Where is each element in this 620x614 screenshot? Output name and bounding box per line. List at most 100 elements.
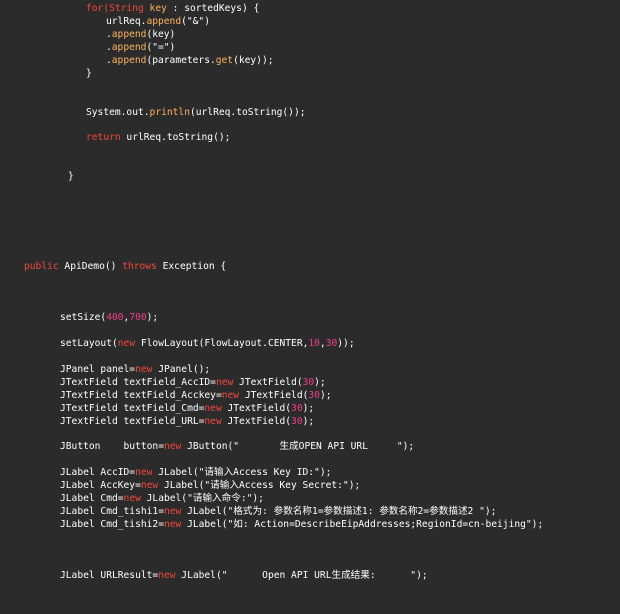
- code-token: JLabel("如: Action=DescribeEipAddresses;R…: [181, 519, 544, 530]
- code-token: );: [302, 416, 315, 427]
- code-token: new: [215, 377, 234, 388]
- code-line: .append(key): [106, 29, 175, 41]
- code-token: new: [204, 403, 222, 414]
- code-token: JLabel("请输入Access Key Secret:");: [158, 480, 361, 491]
- code-token: );: [302, 403, 315, 414]
- code-line: System.out.println(urlReq.toString());: [86, 107, 306, 119]
- code-token: JTextField(: [221, 403, 292, 414]
- code-token: JTextField(: [239, 390, 309, 401]
- code-token: setLayout(: [60, 338, 118, 349]
- code-line: JLabel Cmd=new JLabel("请输入命令:");: [60, 493, 264, 505]
- code-line: JTextField textField_URL=new JTextField(…: [60, 416, 314, 428]
- code-token: JPanel();: [152, 364, 211, 375]
- code-token: new: [123, 493, 141, 504]
- code-token: JLabel Cmd_tishi1=: [60, 506, 164, 517]
- code-line: public ApiDemo() throws Exception {: [24, 261, 226, 273]
- code-token: JButton(" 生成OPEN API URL ");: [181, 441, 415, 452]
- code-token: new: [163, 441, 182, 452]
- code-line: setSize(400,700);: [60, 312, 158, 324]
- code-token: JTextField textField_URL=: [60, 416, 205, 427]
- code-token: new: [117, 338, 136, 349]
- code-token: );: [314, 377, 326, 388]
- code-token: key: [149, 3, 167, 14]
- code-token: new: [135, 364, 153, 375]
- code-token: ("="): [146, 42, 176, 53]
- code-line: JTextField textField_Cmd=new JTextField(…: [60, 403, 314, 415]
- code-token: append: [111, 42, 147, 53]
- code-token: JTextField(: [233, 377, 303, 388]
- code-line: .append("="): [106, 42, 175, 54]
- code-line: JTextField textField_Acckey=new JTextFie…: [60, 390, 332, 402]
- code-token: JTextField textField_Cmd=: [60, 403, 205, 414]
- code-token: public: [24, 261, 59, 272]
- code-token: JTextField(: [221, 416, 292, 427]
- code-token: urlReq.toString();: [120, 132, 231, 143]
- code-token: append: [111, 55, 147, 66]
- code-line: }: [86, 68, 92, 80]
- code-token: JTextField textField_Acckey=: [60, 390, 222, 401]
- code-line: urlReq.append("&"): [106, 16, 210, 28]
- code-line: JLabel Cmd_tishi2=new JLabel("如: Action=…: [60, 519, 543, 531]
- code-token: String: [109, 3, 144, 14]
- code-token: JLabel("格式为: 参数名称1=参数描述1: 参数名称2=参数描述2 ")…: [181, 506, 497, 517]
- code-token: (key): [146, 29, 176, 40]
- code-token: 10: [308, 338, 320, 349]
- code-token: new: [140, 480, 159, 491]
- code-editor[interactable]: for(String key : sortedKeys) {urlReq.app…: [0, 0, 620, 614]
- code-line: JLabel Cmd_tishi1=new JLabel("格式为: 参数名称1…: [60, 506, 496, 518]
- code-line: JTextField textField_AccID=new JTextFiel…: [60, 377, 326, 389]
- code-line: for(String key : sortedKeys) {: [86, 3, 259, 15]
- code-token: JLabel Cmd_tishi2=: [60, 519, 164, 530]
- code-line: JLabel AccID=new JLabel("请输入Access Key I…: [60, 467, 331, 479]
- code-token: System.out.: [86, 107, 150, 118]
- code-token: : sortedKeys) {: [166, 3, 260, 14]
- code-token: for(: [86, 3, 110, 14]
- code-token: println: [149, 107, 190, 118]
- code-token: (key));: [233, 55, 274, 66]
- code-token: ));: [337, 338, 355, 349]
- code-token: new: [135, 467, 153, 478]
- code-token: );: [319, 390, 332, 401]
- code-line: JLabel AccKey=new JLabel("请输入Access Key …: [60, 480, 360, 492]
- code-line: JPanel panel=new JPanel();: [60, 364, 210, 376]
- code-token: 30: [308, 390, 320, 401]
- code-line: .append(parameters.get(key));: [106, 55, 274, 67]
- code-token: new: [221, 390, 240, 401]
- code-token: JLabel("请输入Access Key ID:");: [152, 467, 332, 478]
- code-token: 30: [291, 416, 303, 427]
- code-token: new: [158, 570, 176, 581]
- code-token: urlReq.: [106, 16, 147, 27]
- code-token: JLabel AccID=: [60, 467, 136, 478]
- code-token: return: [86, 132, 121, 143]
- code-token: throws: [122, 261, 157, 272]
- code-token: JLabel URLResult=: [60, 570, 159, 581]
- code-token: 30: [325, 338, 338, 349]
- code-token: JButton button=: [60, 441, 164, 452]
- code-token: }: [86, 68, 92, 79]
- code-token: );: [146, 312, 159, 323]
- code-token: JTextField textField_AccID=: [60, 377, 216, 388]
- code-token: JLabel AccKey=: [60, 480, 141, 491]
- code-token: setSize(: [60, 312, 107, 323]
- code-token: JPanel panel=: [60, 364, 136, 375]
- code-token: get: [215, 55, 234, 66]
- code-token: (urlReq.toString());: [189, 107, 306, 118]
- code-token: append: [146, 16, 182, 27]
- code-token: 30: [291, 403, 303, 414]
- code-token: new: [163, 506, 182, 517]
- code-line: return urlReq.toString();: [86, 132, 230, 144]
- code-token: JLabel("请输入命令:");: [140, 493, 264, 504]
- code-token: 30: [302, 377, 315, 388]
- code-line: setLayout(new FlowLayout(FlowLayout.CENT…: [60, 338, 355, 350]
- code-token: FlowLayout(FlowLayout.CENTER,: [135, 338, 309, 349]
- code-token: Exception {: [156, 261, 227, 272]
- code-token: new: [163, 519, 182, 530]
- code-line: JButton button=new JButton(" 生成OPEN API …: [60, 441, 414, 453]
- code-token: 400: [106, 312, 124, 323]
- code-token: ApiDemo(): [58, 261, 123, 272]
- code-token: JLabel(" Open API URL生成结果: ");: [175, 570, 428, 581]
- code-line: }: [68, 171, 74, 183]
- code-line: JLabel URLResult=new JLabel(" Open API U…: [60, 570, 428, 582]
- code-token: new: [204, 416, 222, 427]
- code-token: (parameters.: [146, 55, 216, 66]
